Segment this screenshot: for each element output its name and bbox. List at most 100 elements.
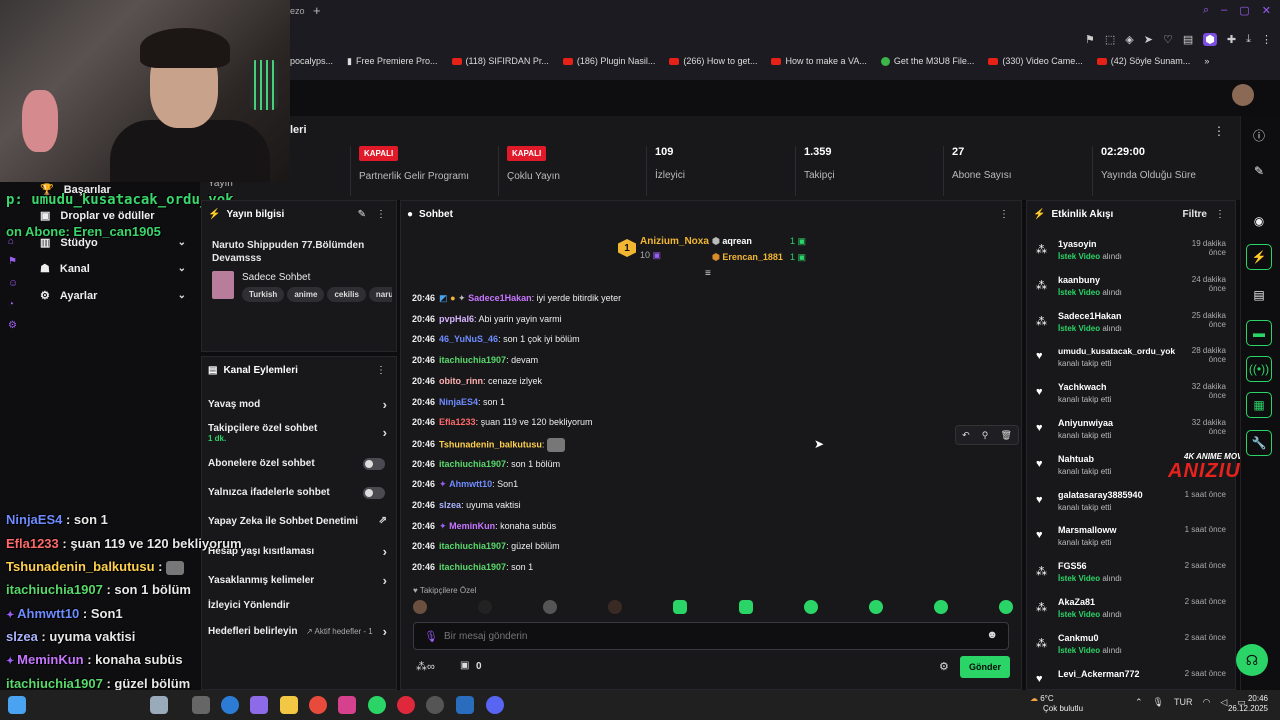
chat-input[interactable] [444,628,974,644]
emote-icon[interactable] [673,600,688,614]
message-user[interactable]: Sadece1Hakan [468,293,532,303]
heart-icon[interactable]: ♡ [1163,33,1173,46]
message-user[interactable]: pvpHal6 [439,314,474,324]
message-user[interactable]: Tshunadenin_balkutusu [439,439,542,449]
bookmark-item[interactable]: (330) Video Came... [988,56,1083,66]
opera-icon[interactable] [397,696,415,714]
event-user[interactable]: Levi_Ackerman772 [1058,669,1140,679]
more-icon[interactable]: ⋮ [1215,209,1225,220]
extension-icon[interactable]: ⬢ [1203,32,1217,46]
tag[interactable]: anime [287,287,325,302]
chat-message[interactable]: 20:46 slzea: uyuma vaktisi [412,500,521,510]
event-user[interactable]: Yachkwach [1058,382,1107,392]
slow-mode-row[interactable]: Yavaş mod › [208,397,393,412]
followers-only-row[interactable]: Takipçilere özel sohbet 1 dk. › [208,423,393,443]
tag[interactable]: cekilis [327,287,366,302]
more-icon[interactable]: ⋮ [376,209,386,220]
copilot-icon[interactable] [250,696,268,714]
bookmark-item[interactable]: (186) Plugin Nasil... [562,56,655,66]
chat-message[interactable]: 20:46 ◩ ● ✦ Sadece1Hakan: iyi yerde bitir… [412,293,621,304]
clipboard-icon[interactable]: ▤ [1246,282,1272,308]
shield-icon[interactable]: ◈ [1125,33,1133,46]
people-icon[interactable]: ☺ [8,278,20,290]
sidebar-item-channel[interactable]: ☗ Kanal ⌄ [40,262,190,276]
stats-menu-icon[interactable]: ⋮ [1213,124,1225,138]
event-user[interactable]: galatasaray3885940 [1058,490,1143,500]
top-gifter-name[interactable]: Anizium_Noxa [640,236,709,247]
message-user[interactable]: Efla1233 [439,417,476,427]
more-icon[interactable]: ⋮ [999,209,1009,220]
subs-only-toggle[interactable] [363,458,385,470]
message-user[interactable]: Ahmwtt10 [449,479,492,489]
chat-message[interactable]: 20:46 obito_rinn: cenaze izlyek [412,376,542,386]
message-user[interactable]: itachiuchia1907 [439,541,506,551]
send-button[interactable]: Gönder [960,656,1010,678]
chat-message[interactable]: 20:46 Efla1233: şuan 119 ve 120 bekliyoru… [412,417,592,427]
steam-icon[interactable] [456,696,474,714]
gifter-name[interactable]: aqrean [722,236,752,246]
reply-icon[interactable]: ↶ [962,430,970,441]
minimize-icon[interactable]: – [1221,4,1227,17]
chat-message[interactable]: 20:46 Tshunadenin_balkutusu: [412,437,565,452]
wrench-icon[interactable]: 🔧 [1246,430,1272,456]
chat-message[interactable]: 20:46 itachiuchia1907: güzel bölüm [412,541,560,551]
event-user[interactable]: AkaZa81 [1058,597,1095,607]
send-icon[interactable]: ➤ [1144,33,1153,46]
sidebar-item-drops[interactable]: ▣ Droplar ve ödüller [40,209,190,223]
emote-icon[interactable] [478,600,493,614]
event-user[interactable]: Aniyunwiyaa [1058,418,1113,428]
chat-icon[interactable]: ◔ [8,299,20,311]
event-user[interactable]: kaanbuny [1058,275,1100,285]
microphone-icon[interactable]: 🎙 [424,630,438,643]
emote-icon[interactable] [803,600,818,614]
weather-widget[interactable]: ☁ 6°C Çok bulutlu [1030,694,1083,714]
gifter-name[interactable]: Erencan_1881 [722,252,783,262]
event-user[interactable]: 1yasoyin [1058,239,1097,249]
chat-message[interactable]: 20:46 itachiuchia1907: son 1 bölüm [412,459,560,469]
emote-icon[interactable] [738,600,753,614]
event-user[interactable]: Sadece1Hakan [1058,311,1122,321]
message-user[interactable]: MeminKun [449,521,495,531]
emote-icon[interactable] [868,600,883,614]
pin-icon[interactable]: ⚲ [982,430,989,441]
search-icon[interactable]: ⌕ [1203,4,1209,17]
sidebar-icon[interactable]: ▤ [1183,33,1193,46]
chat-message[interactable]: 20:46 NinjaES4: son 1 [412,397,505,407]
message-user[interactable]: itachiuchia1907 [439,562,506,572]
event-user[interactable]: Nahtuab [1058,454,1094,464]
bookmark-item[interactable]: pocalyps... [290,56,333,66]
chat-message[interactable]: 20:46 ✦ MeminKun: konaha subüs [412,521,556,532]
delete-icon[interactable]: 🗑 [1000,430,1011,441]
download-icon[interactable]: ⤓ [1246,33,1251,46]
clock[interactable]: 20:46 26.12.2025 [1226,694,1268,714]
emotes-only-toggle[interactable] [363,487,385,499]
bookmarks-overflow-icon[interactable]: » [1204,56,1209,66]
emote-icon[interactable] [608,600,623,614]
message-user[interactable]: itachiuchia1907 [439,355,506,365]
filter-button[interactable]: Filtre [1183,209,1207,220]
more-icon[interactable]: ⋮ [376,365,386,376]
close-icon[interactable]: ✕ [1262,4,1271,17]
help-button[interactable]: ☊ [1236,644,1268,676]
tag[interactable]: naru [368,287,392,302]
mic-icon[interactable]: 🎙 [1153,697,1164,708]
sidebar-item-settings[interactable]: ⚙ Ayarlar ⌄ [40,289,190,303]
tag[interactable]: Turkish [242,287,285,302]
edit-icon[interactable]: ✎ [358,209,366,220]
puzzle-icon[interactable]: ✚ [1227,33,1236,46]
message-user[interactable]: 46_YuNuS_46 [439,334,498,344]
flag-icon[interactable]: ⚑ [8,256,20,268]
screenshot-icon[interactable]: ⬚ [1105,33,1115,46]
app-icon[interactable] [150,696,168,714]
banned-words-row[interactable]: Yasaklanmış kelimeler › [208,573,393,588]
set-goals-row[interactable]: Hedefleri belirleyin ↗ Aktif hedefler - 1… [208,624,393,639]
whatsapp-icon[interactable] [368,696,386,714]
folder-icon[interactable] [280,696,298,714]
emote-icon[interactable] [413,600,427,614]
restore-icon[interactable]: ▢ [1239,4,1249,17]
event-user[interactable]: Cankmu0 [1058,633,1099,643]
tab-title-fragment[interactable]: ezo [290,6,305,16]
bookmark-icon[interactable]: ⚑ [1085,33,1095,46]
obs-icon[interactable] [426,696,444,714]
wifi-icon[interactable]: ◠ [1202,697,1210,708]
